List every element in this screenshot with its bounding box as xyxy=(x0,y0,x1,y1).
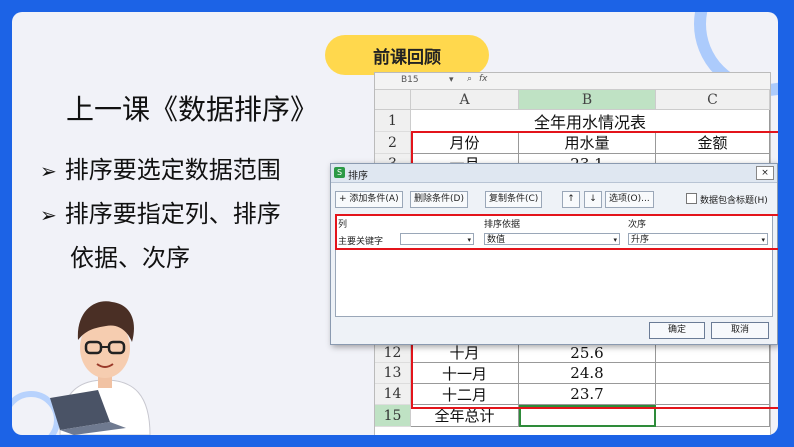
bullet-item: ➢ 排序要指定列、排序 xyxy=(40,194,281,229)
sort-dialog: S 排序 × + 添加条件(A) 删除条件(D) 复制条件(C) ↑ ↓ 选项(… xyxy=(330,163,778,345)
dialog-title: 排序 xyxy=(348,171,368,182)
row-header[interactable]: 15 xyxy=(375,405,411,427)
fx-icon[interactable]: fx xyxy=(479,74,488,84)
chevron-down-icon[interactable]: ▾ xyxy=(449,75,454,85)
move-up-button[interactable]: ↑ xyxy=(562,191,580,208)
column-header-c[interactable]: C xyxy=(656,90,770,110)
formula-bar: B15 ▾ ⌕ fx xyxy=(375,73,770,90)
move-down-button[interactable]: ↓ xyxy=(584,191,602,208)
teacher-character-illustration xyxy=(50,301,151,435)
row-header[interactable]: 1 xyxy=(375,110,411,132)
cancel-button[interactable]: 取消 xyxy=(711,322,769,339)
row-header[interactable]: 12 xyxy=(375,343,411,363)
dialog-titlebar: S 排序 × xyxy=(331,164,777,183)
copy-condition-button[interactable]: 复制条件(C) xyxy=(485,191,543,208)
has-header-label: 数据包含标题(H) xyxy=(700,196,768,206)
bullet-text: 排序要指定列、排序 xyxy=(64,200,281,228)
checkbox-box[interactable] xyxy=(686,193,697,204)
column-header-b[interactable]: B xyxy=(519,90,656,110)
has-header-checkbox[interactable]: 数据包含标题(H) xyxy=(686,193,768,206)
select-all-corner[interactable] xyxy=(375,90,411,110)
column-header-a[interactable]: A xyxy=(411,90,519,110)
condition-row-highlight xyxy=(335,214,778,250)
arrow-bullet-icon: ➢ xyxy=(40,159,57,183)
badge-text: 前课回顾 xyxy=(373,47,441,68)
delete-condition-button[interactable]: 删除条件(D) xyxy=(410,191,468,208)
bullet-item: ➢ 排序要选定数据范围 xyxy=(40,150,281,185)
page-title: 上一课《数据排序》 xyxy=(66,93,319,126)
row-header[interactable]: 14 xyxy=(375,384,411,405)
lesson-badge: 前课回顾 xyxy=(325,35,489,75)
bullet-continuation: 依据、次序 xyxy=(70,244,190,272)
row-header[interactable]: 13 xyxy=(375,363,411,384)
row-header[interactable]: 2 xyxy=(375,132,411,154)
options-button[interactable]: 选项(O)... xyxy=(605,191,654,208)
app-logo-icon: S xyxy=(334,167,345,178)
close-icon[interactable]: × xyxy=(756,166,774,180)
name-box[interactable]: B15 xyxy=(401,75,419,85)
add-condition-button[interactable]: + 添加条件(A) xyxy=(335,191,403,208)
slide: 前课回顾 上一课《数据排序》 ➢ 排序要选定数据范围 ➢ 排序要指定列、排序 依据、… xyxy=(12,12,778,435)
zoom-icon[interactable]: ⌕ xyxy=(467,74,472,84)
ok-button[interactable]: 确定 xyxy=(649,322,705,339)
sheet-title-cell[interactable]: 全年用水情况表 xyxy=(411,110,770,132)
bullet-text: 排序要选定数据范围 xyxy=(64,156,281,184)
arrow-bullet-icon: ➢ xyxy=(40,203,57,227)
